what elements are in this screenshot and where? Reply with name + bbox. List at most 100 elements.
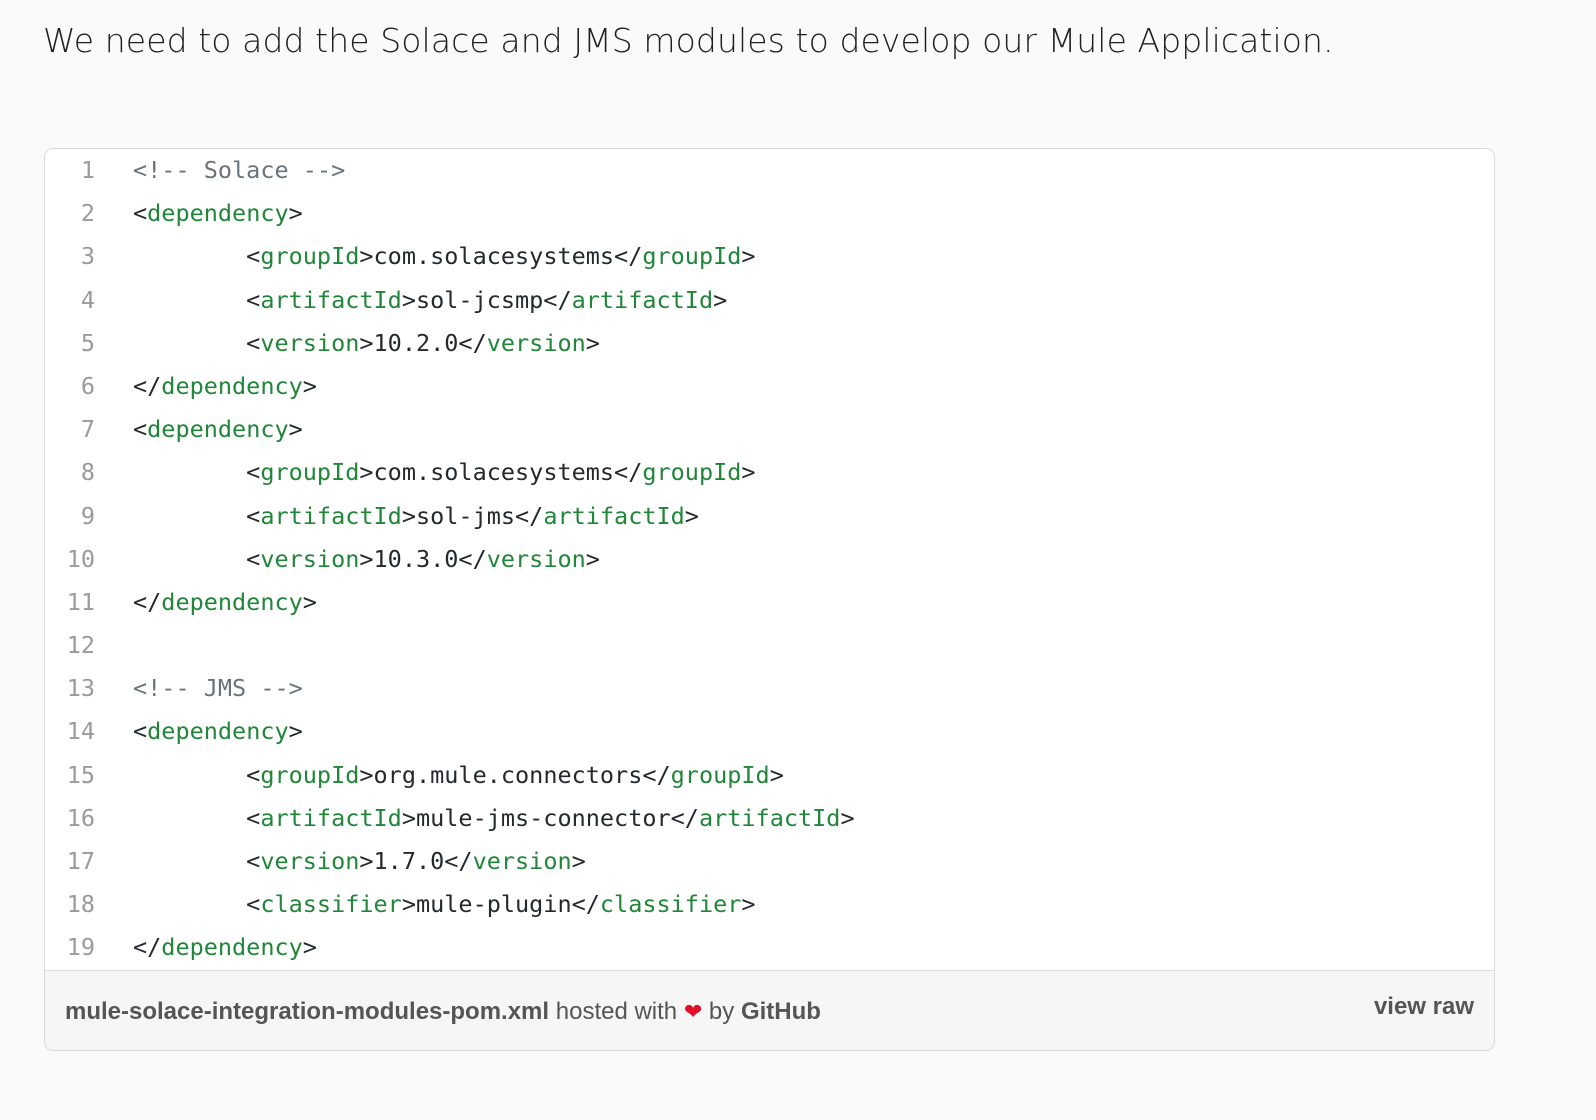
line-number: 15 — [66, 760, 95, 789]
xml-text: </ — [133, 371, 162, 400]
xml-text: < — [133, 501, 261, 530]
xml-tag-name: version — [486, 328, 586, 357]
xml-tag-name: groupId — [260, 458, 360, 487]
line-number: 6 — [80, 371, 95, 400]
line-content: <groupId>org.mule.connectors</groupId> — [133, 754, 784, 797]
xml-text: > — [302, 587, 317, 616]
xml-text: < — [133, 285, 261, 314]
github-link[interactable]: GitHub — [741, 998, 821, 1025]
code-line: 15 <groupId>org.mule.connectors</groupId… — [45, 754, 1494, 797]
by-text: by — [702, 998, 741, 1025]
xml-tag-name: classifier — [260, 890, 402, 919]
line-content: <dependency> — [133, 710, 303, 753]
code-line: 4 <artifactId>sol-jcsmp</artifactId> — [45, 279, 1494, 322]
xml-text: > — [741, 458, 756, 487]
line-number: 14 — [66, 717, 95, 746]
xml-text: > — [288, 717, 303, 746]
xml-tag-name: artifactId — [698, 803, 841, 832]
line-number: 4 — [80, 285, 95, 314]
code-line: 3 <groupId>com.solacesystems</groupId> — [45, 235, 1494, 278]
xml-text: >10.2.0</ — [359, 328, 487, 357]
line-content: </dependency> — [133, 581, 317, 624]
gist-file-link[interactable]: mule-solace-integration-modules-pom.xml — [65, 998, 549, 1025]
xml-text: >sol-jcsmp</ — [401, 285, 572, 314]
xml-comment: <!-- JMS --> — [133, 674, 303, 703]
xml-text: < — [133, 458, 261, 487]
line-number: 16 — [66, 803, 95, 832]
xml-tag-name: groupId — [670, 760, 770, 789]
xml-tag-name: version — [486, 544, 586, 573]
line-number: 7 — [80, 415, 95, 444]
code-line: 8 <groupId>com.solacesystems</groupId> — [45, 451, 1494, 494]
line-number: 8 — [80, 458, 95, 487]
xml-text: > — [713, 285, 728, 314]
line-content: <artifactId>mule-jms-connector</artifact… — [133, 797, 855, 840]
line-content: <artifactId>sol-jcsmp</artifactId> — [133, 279, 727, 322]
xml-text: > — [302, 371, 317, 400]
code-line: 9 <artifactId>sol-jms</artifactId> — [45, 495, 1494, 538]
xml-tag-name: version — [260, 328, 360, 357]
xml-text: >mule-plugin</ — [401, 890, 600, 919]
xml-tag-name: version — [472, 847, 572, 875]
xml-text: >com.solacesystems</ — [359, 458, 643, 487]
line-content: <groupId>com.solacesystems</groupId> — [133, 451, 756, 494]
code-line: 13 <!-- JMS --> — [45, 667, 1494, 710]
xml-tag-name: dependency — [147, 717, 289, 746]
line-content: <version>1.7.0</version> — [133, 840, 586, 883]
gist-meta: mule-solace-integration-modules-pom.xml … — [65, 998, 821, 1026]
code-line: 2 <dependency> — [45, 192, 1494, 235]
hosted-with-text: hosted with — [549, 998, 684, 1025]
xml-tag-name: artifactId — [543, 501, 685, 530]
xml-text: < — [133, 717, 148, 746]
xml-tag-name: artifactId — [260, 285, 402, 314]
xml-text: > — [571, 847, 586, 875]
heart-icon: ❤ — [683, 999, 703, 1024]
xml-text: > — [302, 933, 317, 962]
code-line: 1 <!-- Solace --> — [45, 149, 1494, 192]
xml-text: </ — [133, 933, 162, 962]
line-number: 5 — [80, 328, 95, 357]
xml-tag-name: artifactId — [260, 803, 402, 832]
xml-tag-name: dependency — [147, 415, 289, 444]
xml-tag-name: classifier — [599, 890, 742, 919]
code-line: 19 </dependency> — [45, 926, 1494, 969]
gist-footer: mule-solace-integration-modules-pom.xml … — [45, 970, 1494, 1050]
code-block: 1 <!-- Solace --> 2 <dependency> 3 <groupId>… — [45, 149, 1494, 971]
view-raw-link[interactable]: view raw — [1374, 993, 1474, 1021]
line-content: <classifier>mule-plugin</classifier> — [133, 883, 755, 926]
xml-tag-name: dependency — [147, 199, 289, 228]
line-number: 11 — [66, 587, 95, 616]
xml-text: >1.7.0</ — [359, 847, 473, 875]
gist-embed: 1 <!-- Solace --> 2 <dependency> 3 <groupId>… — [44, 148, 1495, 1051]
line-number: 13 — [66, 674, 95, 703]
xml-text: >10.3.0</ — [359, 544, 487, 573]
xml-tag-name: artifactId — [571, 285, 714, 314]
xml-tag-name: version — [260, 847, 360, 875]
code-line: 11 </dependency> — [45, 581, 1494, 624]
xml-text: > — [840, 803, 855, 832]
xml-text: < — [133, 328, 261, 357]
xml-text: < — [133, 890, 261, 919]
code-line: 7 <dependency> — [45, 408, 1494, 451]
xml-text: < — [133, 242, 261, 271]
xml-text: > — [741, 242, 756, 271]
xml-tag-name: groupId — [260, 242, 360, 271]
line-number: 1 — [80, 156, 95, 184]
xml-text: < — [133, 760, 261, 789]
code-line: 5 <version>10.2.0</version> — [45, 322, 1494, 365]
xml-text: > — [769, 760, 784, 789]
line-number: 9 — [80, 501, 95, 530]
xml-tag-name: artifactId — [260, 501, 402, 530]
code-line: 17 <version>1.7.0</version> — [45, 840, 1494, 883]
xml-text: >org.mule.connectors</ — [359, 760, 671, 789]
line-content: <version>10.2.0</version> — [133, 322, 600, 365]
line-content: </dependency> — [133, 926, 317, 969]
xml-text: > — [288, 415, 303, 444]
xml-text: < — [133, 199, 148, 228]
xml-text: >com.solacesystems</ — [359, 242, 643, 271]
line-number: 17 — [66, 847, 95, 875]
xml-text: > — [585, 544, 600, 573]
xml-text: >mule-jms-connector</ — [401, 803, 699, 832]
line-content: <!-- Solace --> — [133, 149, 345, 192]
line-number: 19 — [66, 933, 95, 962]
